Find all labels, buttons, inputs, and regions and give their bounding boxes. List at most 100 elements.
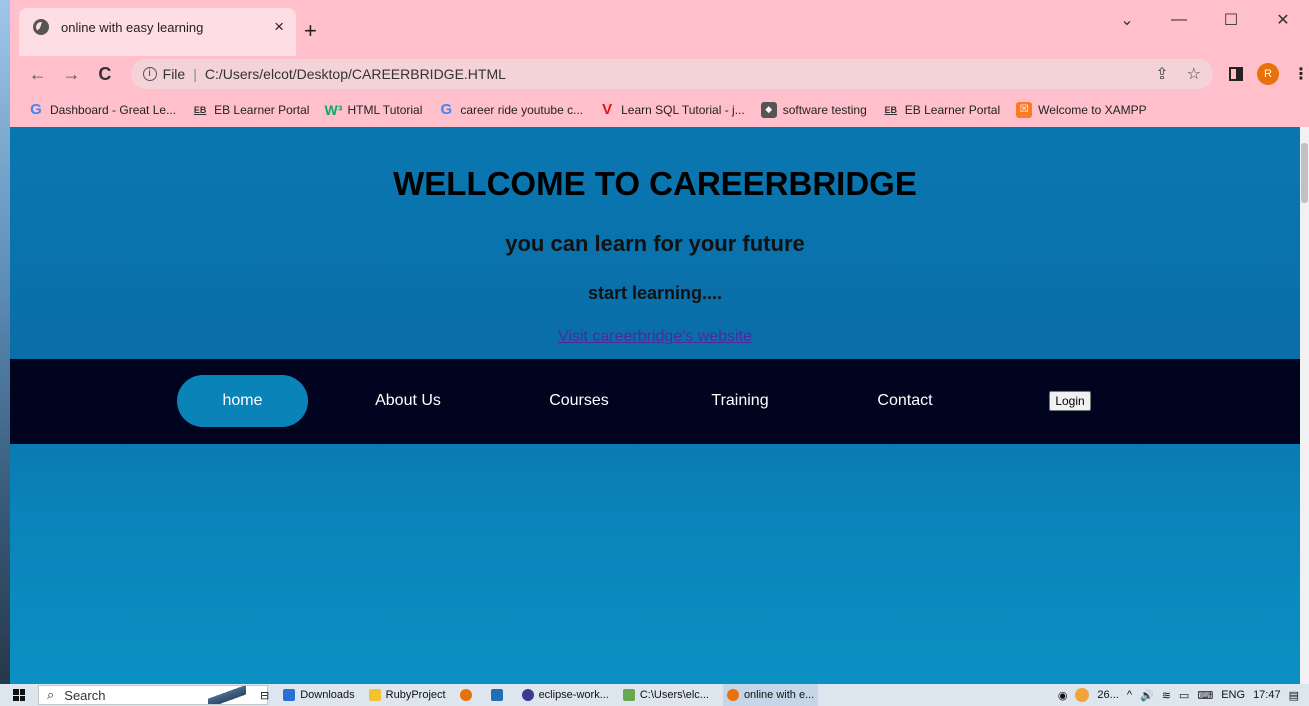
nav-home[interactable]: home (177, 375, 308, 427)
search-label: Search (64, 687, 106, 703)
bookmark-item[interactable]: ◆ software testing (760, 101, 867, 118)
taskbar-app-notepad[interactable]: C:\Users\elc... (622, 689, 709, 701)
back-button[interactable]: ← (24, 64, 52, 85)
notifications-icon[interactable]: ▤ (1289, 689, 1299, 702)
taskbar-app-rubyproject[interactable]: RubyProject (368, 689, 446, 701)
hero-section: WELLCOME TO CAREERBRIDGE you can learn f… (10, 127, 1300, 346)
scheme-label: File (162, 66, 186, 82)
clock[interactable]: 17:47 (1253, 689, 1281, 701)
google-icon: G (30, 101, 42, 118)
nav-about-us[interactable]: About Us (350, 375, 466, 427)
chevron-up-icon[interactable]: ^ (1127, 689, 1132, 701)
help-icon[interactable]: ◉ (1058, 689, 1068, 702)
page-subheading: you can learn for your future (505, 231, 805, 256)
toolbar: ← → C i File | C:/Users/elcot/Desktop/CA… (10, 56, 1309, 92)
window-controls: ⌄ — ☐ ✕ (1101, 0, 1309, 40)
system-tray: ◉ 26... ^ 🔊 ≋ ▭ ⌨ ENG 17:47 ▤ (1058, 688, 1309, 702)
bookmark-label: Dashboard - Great Le... (50, 102, 177, 117)
forward-button[interactable]: → (58, 64, 86, 85)
notepad-icon (622, 689, 635, 701)
search-highlight-image (208, 686, 246, 704)
weather-text[interactable]: 26... (1097, 689, 1118, 701)
mail-icon (490, 689, 503, 701)
battery-icon[interactable]: ▭ (1179, 689, 1189, 702)
url-text[interactable]: C:/Users/elcot/Desktop/CAREERBRIDGE.HTML (205, 66, 506, 82)
share-icon[interactable]: ⇪ (1155, 64, 1168, 84)
tab-search-icon[interactable]: ⌄ (1101, 0, 1153, 40)
nav-training[interactable]: Training (682, 375, 798, 427)
bookmark-label: software testing (782, 102, 867, 117)
bookmark-label: Welcome to XAMPP (1038, 102, 1147, 117)
volume-icon[interactable]: 🔊 (1140, 689, 1154, 702)
profile-avatar[interactable]: R (1257, 63, 1280, 85)
bookmark-item[interactable]: G Dashboard - Great Le... (28, 101, 177, 118)
st-icon: ◆ (760, 101, 777, 118)
page-scrollbar[interactable] (1300, 127, 1309, 684)
taskbar: ⌕ Search ⊟ Downloads RubyProject eclipse… (0, 684, 1309, 706)
bookmark-item[interactable]: Gcareer ride youtube c... (438, 101, 584, 118)
address-bar[interactable]: i File | C:/Users/elcot/Desktop/CAREERBR… (130, 59, 1214, 89)
taskbar-app-label: Downloads (300, 689, 355, 701)
language-indicator[interactable]: ENG (1221, 689, 1245, 701)
nav-contact[interactable]: Contact (847, 375, 963, 427)
bookmarks-bar: G Dashboard - Great Le... EB EB Learner Po… (10, 92, 1309, 127)
download-icon (283, 689, 296, 701)
website-link[interactable]: Visit careerbridge's website (558, 328, 752, 345)
taskbar-app-browser[interactable]: online with e... (722, 684, 819, 706)
taskbar-app-chrome[interactable] (459, 689, 477, 701)
windows-icon (13, 689, 25, 701)
site-navbar: home About Us Courses Training Contact L… (10, 359, 1300, 444)
address-separator: | (193, 66, 197, 82)
info-icon[interactable]: i (142, 67, 157, 81)
nav-courses[interactable]: Courses (521, 375, 637, 427)
login-button[interactable]: Login (1049, 391, 1091, 411)
browser-tab[interactable]: online with easy learning × (19, 8, 296, 56)
reload-button[interactable]: C (91, 64, 119, 85)
new-tab-button[interactable]: + (304, 18, 317, 44)
xampp-icon: ☒ (1016, 101, 1033, 118)
minimize-button[interactable]: — (1153, 0, 1205, 40)
bookmark-item[interactable]: EB EB Learner Portal (192, 102, 310, 118)
chrome-icon (459, 689, 472, 701)
v-icon: V (602, 101, 613, 118)
task-view-icon[interactable]: ⊟ (260, 689, 269, 702)
search-icon: ⌕ (47, 687, 55, 702)
eclipse-icon (521, 689, 534, 701)
w3schools-icon: W³ (324, 101, 343, 118)
bookmark-item[interactable]: EB EB Learner Portal (883, 102, 1001, 118)
bookmark-label: HTML Tutorial (347, 102, 423, 117)
taskbar-app-label: online with e... (743, 689, 815, 701)
scrollbar-thumb[interactable] (1301, 143, 1308, 203)
chrome-icon (726, 689, 739, 701)
keyboard-icon[interactable]: ⌨ (1197, 689, 1213, 702)
side-panel-icon[interactable] (1229, 67, 1244, 81)
bookmark-label: Learn SQL Tutorial - j... (621, 102, 745, 117)
page-heading: WELLCOME TO CAREERBRIDGE (393, 165, 917, 202)
maximize-button[interactable]: ☐ (1205, 0, 1257, 40)
folder-icon (368, 689, 381, 701)
taskbar-app-eclipse[interactable]: eclipse-work... (521, 689, 609, 701)
weather-icon[interactable] (1075, 688, 1090, 702)
bookmark-item[interactable]: ☒ Welcome to XAMPP (1016, 101, 1147, 118)
bookmark-label: EB Learner Portal (904, 102, 1001, 117)
google-icon: G (440, 101, 453, 118)
bookmark-item[interactable]: V Learn SQL Tutorial - j... (599, 101, 745, 118)
menu-kebab-icon[interactable]: ⋮ (1293, 64, 1309, 84)
bookmark-label: EB Learner Portal (214, 102, 310, 117)
eb-icon: EB (884, 104, 898, 115)
bookmark-star-icon[interactable]: ☆ (1187, 64, 1201, 84)
taskbar-app-label: RubyProject (385, 689, 446, 701)
toolbar-right: R ⋮ (1229, 63, 1309, 85)
bookmark-item[interactable]: W³ HTML Tutorial (324, 101, 423, 118)
network-icon[interactable]: ≋ (1162, 689, 1171, 702)
taskbar-app-downloads[interactable]: Downloads (283, 689, 355, 701)
taskbar-app-mail[interactable] (490, 689, 508, 701)
tab-close-icon[interactable]: × (274, 17, 284, 37)
tab-title: online with easy learning (61, 19, 204, 35)
desktop-background (0, 0, 10, 684)
browser-chrome: online with easy learning × + ⌄ — ☐ ✕ ← … (10, 0, 1309, 127)
globe-icon (33, 19, 49, 35)
close-window-button[interactable]: ✕ (1257, 0, 1309, 40)
start-button[interactable] (8, 684, 30, 706)
tab-strip: online with easy learning × + ⌄ — ☐ ✕ (10, 0, 1309, 56)
